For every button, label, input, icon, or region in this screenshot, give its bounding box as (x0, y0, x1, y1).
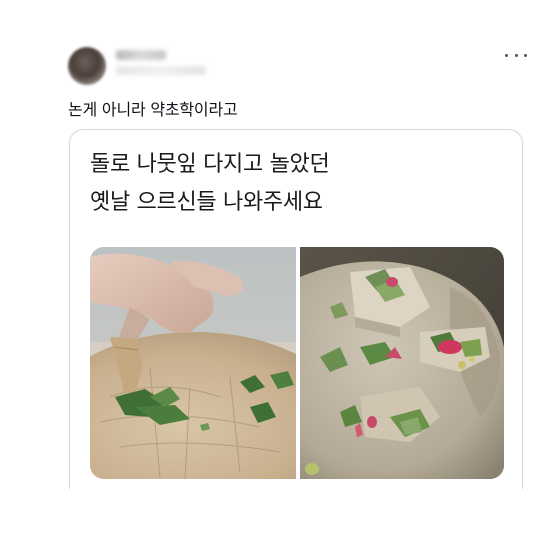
tweet-text: 논게 아니라 약초학이라고 (68, 100, 238, 119)
card-text-line-2: 옛날 으르신들 나와주세요 (90, 190, 323, 215)
card-photos (90, 247, 504, 479)
photo-stones-and-herbs[interactable] (300, 247, 504, 479)
card-text: 돌로 나뭇잎 다지고 놀았던 옛날 으르신들 나와주세요 (90, 146, 330, 222)
card-text-line-1: 돌로 나뭇잎 다지고 놀았던 (90, 152, 330, 177)
quoted-card[interactable]: 돌로 나뭇잎 다지고 놀았던 옛날 으르신들 나와주세요 (69, 129, 523, 489)
photo-chopping-leaves[interactable] (90, 247, 296, 479)
author-handle-blurred (116, 66, 206, 75)
author-name-blurred[interactable] (116, 50, 166, 60)
more-options-icon[interactable] (505, 49, 527, 61)
avatar[interactable] (68, 47, 106, 85)
